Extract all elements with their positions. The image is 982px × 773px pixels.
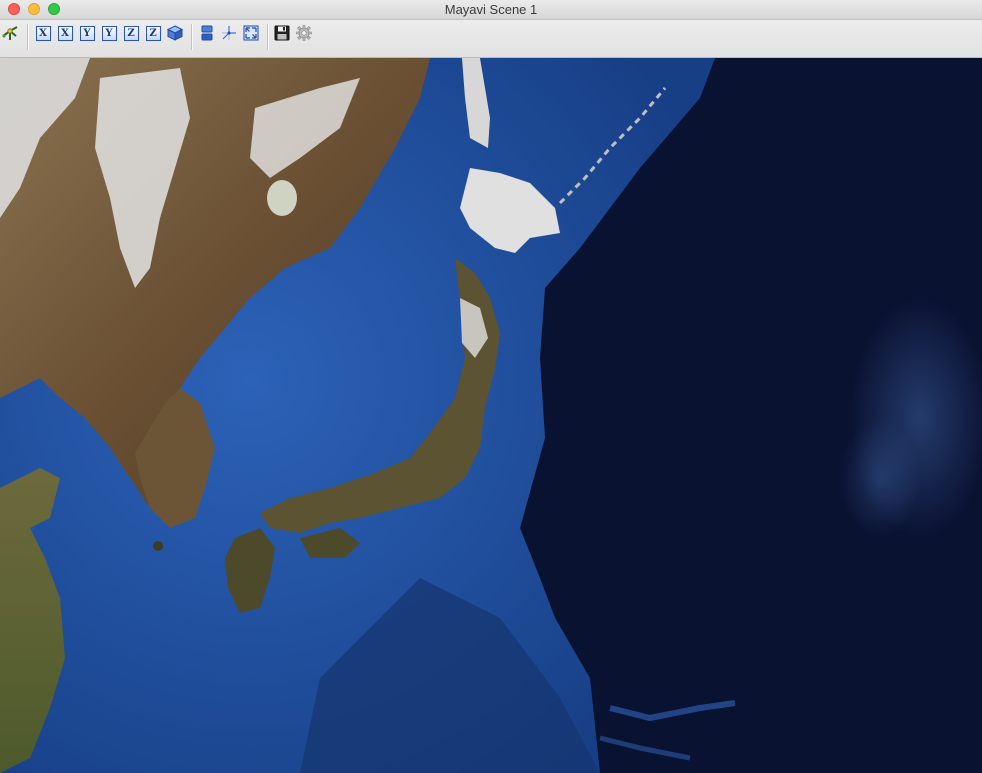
y-axis-view-icon: Y xyxy=(79,25,95,41)
gear-icon xyxy=(296,25,312,41)
lake xyxy=(267,180,297,216)
pipeline-icon xyxy=(2,26,18,40)
z-axis-view-icon: Z xyxy=(145,25,161,41)
view-x-minus-button[interactable]: X xyxy=(34,24,52,42)
axes-icon xyxy=(222,26,236,40)
show-axes-button[interactable] xyxy=(220,24,238,42)
toolbar-separator xyxy=(27,24,29,50)
toolbar-separator xyxy=(191,24,193,50)
z-axis-view-icon: Z xyxy=(123,25,139,41)
mayavi-window: Mayavi Scene 1 X X Y Y Z Z xyxy=(0,0,982,773)
view-z-plus-button[interactable]: Z xyxy=(144,24,162,42)
scene-toolbar: X X Y Y Z Z xyxy=(0,20,982,58)
ocean-feature xyxy=(840,418,920,538)
y-axis-view-icon: Y xyxy=(101,25,117,41)
x-axis-view-icon: X xyxy=(35,25,51,41)
toolbar-separator xyxy=(267,24,269,50)
mayavi-pipeline-button[interactable] xyxy=(1,24,19,42)
render-scene-viewport[interactable] xyxy=(0,58,982,773)
full-screen-button[interactable] xyxy=(242,24,260,42)
view-z-minus-button[interactable]: Z xyxy=(122,24,140,42)
earth-texture-map xyxy=(0,58,982,773)
view-y-minus-button[interactable]: Y xyxy=(78,24,96,42)
fullscreen-icon xyxy=(243,25,259,41)
view-x-plus-button[interactable]: X xyxy=(56,24,74,42)
window-title: Mayavi Scene 1 xyxy=(444,2,538,17)
title-bar[interactable]: Mayavi Scene 1 xyxy=(0,0,982,20)
configure-scene-button[interactable] xyxy=(295,24,313,42)
projection-icon xyxy=(201,25,213,41)
cube-icon xyxy=(166,25,184,41)
view-y-plus-button[interactable]: Y xyxy=(100,24,118,42)
island xyxy=(153,541,163,551)
isometric-view-button[interactable] xyxy=(166,24,184,42)
x-axis-view-icon: X xyxy=(57,25,73,41)
save-scene-button[interactable] xyxy=(273,24,291,42)
parallel-projection-button[interactable] xyxy=(198,24,216,42)
floppy-disk-icon xyxy=(274,25,290,41)
